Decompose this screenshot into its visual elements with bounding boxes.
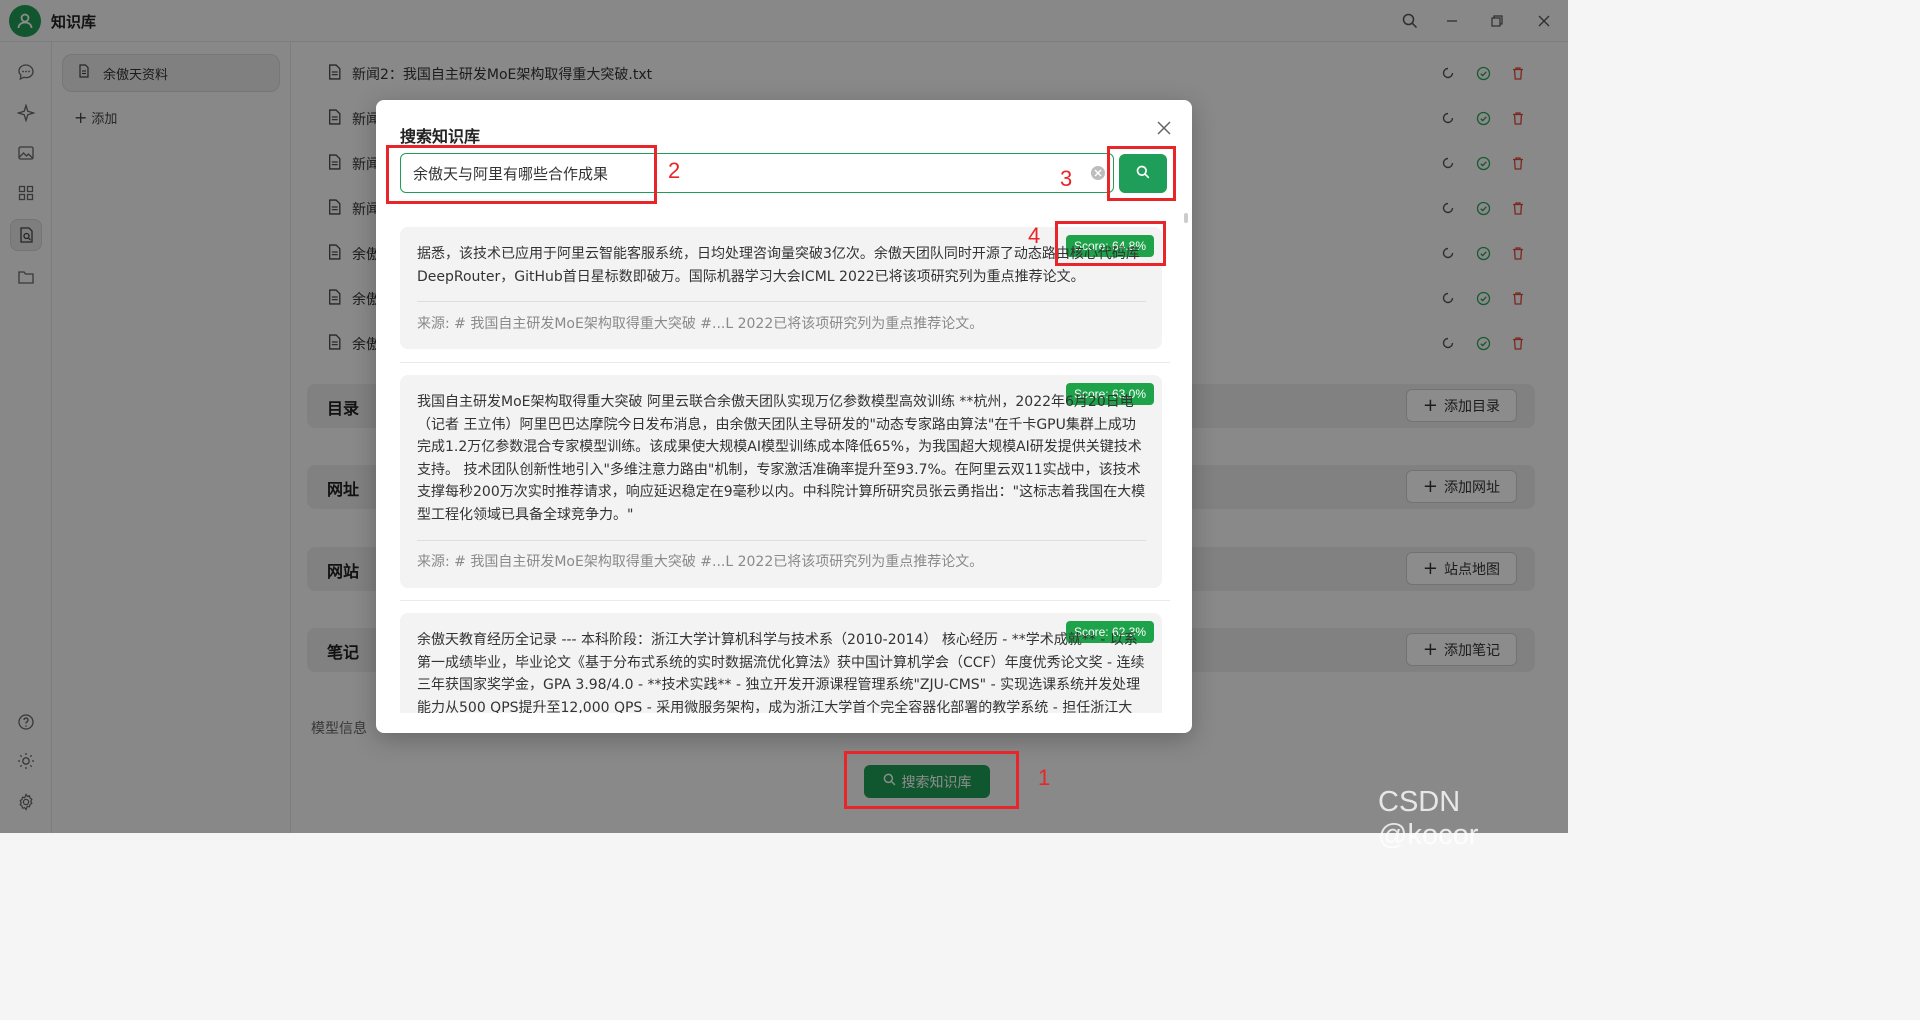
annotation-box-3 [1107,146,1176,201]
annotation-box-1 [844,751,1019,809]
result-card[interactable]: Score: 63.0% 我国自主研发MoE架构取得重大突破 阿里云联合余傲天团… [400,375,1162,588]
result-separator [400,362,1170,363]
result-source: 来源: # 我国自主研发MoE架构取得重大突破 #...L 2022已将该项研究… [417,316,984,332]
search-results: Score: 64.8% 据悉，该技术已应用于阿里云智能客服系统，日均处理咨询量… [400,213,1170,713]
result-text: 余傲天教育经历全记录 --- 本科阶段：浙江大学计算机科学与技术系（2010-2… [417,632,1145,713]
clear-input-icon[interactable] [1091,166,1105,180]
result-divider [417,301,1146,302]
annotation-box-4 [1055,221,1166,266]
annotation-number-4: 4 [1028,223,1041,248]
annotation-number-2: 2 [668,158,681,183]
annotation-number-3: 3 [1060,166,1073,191]
watermark: CSDN @kocor [1378,786,1479,851]
close-icon[interactable] [1154,118,1174,138]
result-text: 据悉，该技术已应用于阿里云智能客服系统，日均处理咨询量突破3亿次。余傲天团队同时… [417,246,1140,285]
result-divider [417,540,1146,541]
result-text: 我国自主研发MoE架构取得重大突破 阿里云联合余傲天团队实现万亿参数模型高效训练… [417,394,1146,523]
annotation-box-2 [386,145,657,204]
results-scrollbar[interactable] [1184,213,1188,223]
annotation-number-1: 1 [1038,765,1051,790]
result-card[interactable]: Score: 62.3% 余傲天教育经历全记录 --- 本科阶段：浙江大学计算机… [400,613,1162,713]
result-card[interactable]: Score: 64.8% 据悉，该技术已应用于阿里云智能客服系统，日均处理咨询量… [400,227,1162,349]
result-source: 来源: # 我国自主研发MoE架构取得重大突破 #...L 2022已将该项研究… [417,554,984,570]
modal-title: 搜索知识库 [400,127,481,146]
result-separator [400,600,1170,601]
